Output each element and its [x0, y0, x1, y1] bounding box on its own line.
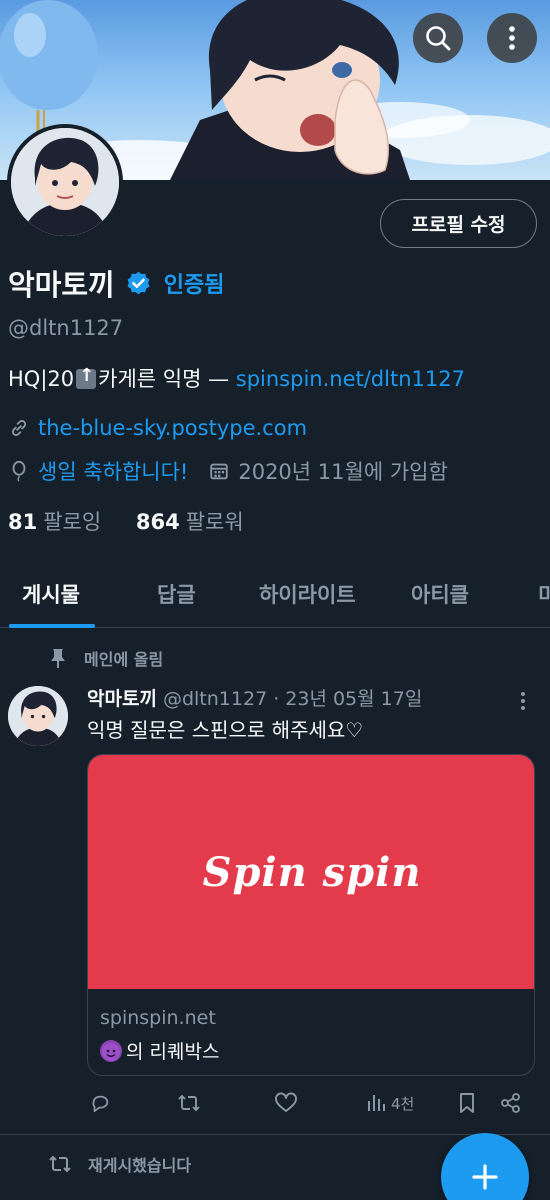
- verified-label[interactable]: 인증됨: [164, 267, 225, 299]
- website-link[interactable]: the-blue-sky.postype.com: [38, 416, 307, 440]
- pin-icon: [51, 649, 65, 668]
- tab-highlights[interactable]: 하이라이트: [259, 560, 356, 628]
- card-title-text: 의 리퀘박스: [126, 1041, 220, 1063]
- views-count: 4천: [391, 1094, 415, 1113]
- bio-middle: 카게른 익명 —: [98, 367, 236, 391]
- avatar-image: [8, 686, 68, 746]
- search-icon: [426, 26, 451, 51]
- bio-link[interactable]: spinspin.net/dltn1127: [236, 367, 465, 391]
- card-image: Spin spin: [88, 755, 534, 989]
- repost-button[interactable]: [177, 1092, 201, 1114]
- post-more-icon[interactable]: [518, 690, 528, 712]
- balloon-icon: [12, 460, 26, 482]
- like-button[interactable]: [274, 1092, 298, 1114]
- active-tab-indicator: [9, 624, 95, 628]
- bio-prefix: HQ|20: [8, 367, 75, 391]
- tab-media[interactable]: 미: [538, 560, 550, 628]
- search-button[interactable]: [413, 13, 463, 63]
- joined-date: 2020년 11월에 가입함: [238, 460, 448, 484]
- verified-badge-icon[interactable]: [125, 270, 152, 297]
- birthday-joined-row: 생일 축하합니다! 2020년 11월에 가입함: [8, 456, 448, 486]
- analytics-icon: [368, 1095, 385, 1111]
- follow-stats: 81 팔로잉 864 팔로워: [8, 506, 244, 536]
- birthday-text[interactable]: 생일 축하합니다!: [38, 456, 188, 486]
- pinned-text: 메인에 올림: [84, 650, 164, 669]
- user-handle: @dltn1127: [8, 316, 124, 340]
- post-text: 익명 질문은 스핀으로 해주세요♡: [87, 718, 364, 742]
- followers-label: 팔로워: [185, 510, 244, 534]
- avatar-image: [11, 128, 119, 236]
- repost-label: 재게시했습니다: [48, 1152, 191, 1176]
- display-name: 악마토끼: [8, 268, 115, 302]
- link-card[interactable]: Spin spin spinspin.net 의 리퀘박스: [87, 754, 535, 1076]
- following-stat[interactable]: 81 팔로잉: [8, 510, 101, 534]
- post-divider: [0, 1134, 550, 1135]
- more-vertical-icon: [509, 26, 515, 50]
- more-options-button[interactable]: [487, 13, 537, 63]
- post-author-avatar[interactable]: [8, 686, 68, 746]
- views-button[interactable]: 4천: [365, 1092, 414, 1114]
- website-row: the-blue-sky.postype.com: [8, 416, 307, 440]
- edit-profile-button[interactable]: 프로필 수정: [380, 199, 537, 248]
- profile-avatar[interactable]: [7, 124, 123, 240]
- bookmark-icon: [460, 1093, 474, 1113]
- following-label: 팔로잉: [43, 510, 102, 534]
- pinned-label: 메인에 올림: [48, 646, 163, 670]
- smiling-devil-icon: [100, 1039, 122, 1062]
- bookmark-button[interactable]: [457, 1092, 477, 1114]
- followers-count: 864: [135, 510, 180, 534]
- up-arrow-emoji-icon: [76, 365, 97, 389]
- repost-icon: [49, 1155, 71, 1173]
- tab-replies[interactable]: 답글: [157, 560, 196, 628]
- repost-icon: [178, 1094, 200, 1112]
- followers-stat[interactable]: 864 팔로워: [136, 510, 244, 534]
- profile-bio: HQ|20 카게른 익명 — spinspin.net/dltn1127: [8, 363, 465, 393]
- following-count: 81: [8, 510, 38, 534]
- compose-button[interactable]: [441, 1133, 529, 1200]
- link-icon: [11, 420, 27, 436]
- card-title: 의 리퀘박스: [100, 1037, 219, 1064]
- post-header: 악마토끼 @dltn1127 · 23년 05월 17일: [87, 684, 422, 711]
- share-button[interactable]: [500, 1092, 522, 1114]
- tab-articles[interactable]: 아티클: [411, 560, 469, 628]
- tab-posts[interactable]: 게시물: [22, 560, 80, 628]
- repost-text: 재게시했습니다: [88, 1156, 192, 1175]
- post-meta: @dltn1127 · 23년 05월 17일: [162, 688, 423, 710]
- card-domain: spinspin.net: [100, 1007, 216, 1029]
- calendar-icon: [210, 463, 229, 480]
- reply-button[interactable]: [89, 1092, 111, 1114]
- profile-tabs: 게시물 답글 하이라이트 아티클 미: [0, 560, 550, 628]
- heart-icon: [275, 1092, 297, 1112]
- plus-icon: [472, 1164, 498, 1190]
- post-actions: 4천: [87, 1092, 527, 1120]
- reply-icon: [92, 1095, 109, 1113]
- spinspin-logo: Spin spin: [202, 848, 422, 896]
- share-icon: [501, 1093, 520, 1113]
- name-row: 악마토끼 인증됨: [8, 262, 224, 304]
- post-author-name[interactable]: 악마토끼: [87, 688, 157, 710]
